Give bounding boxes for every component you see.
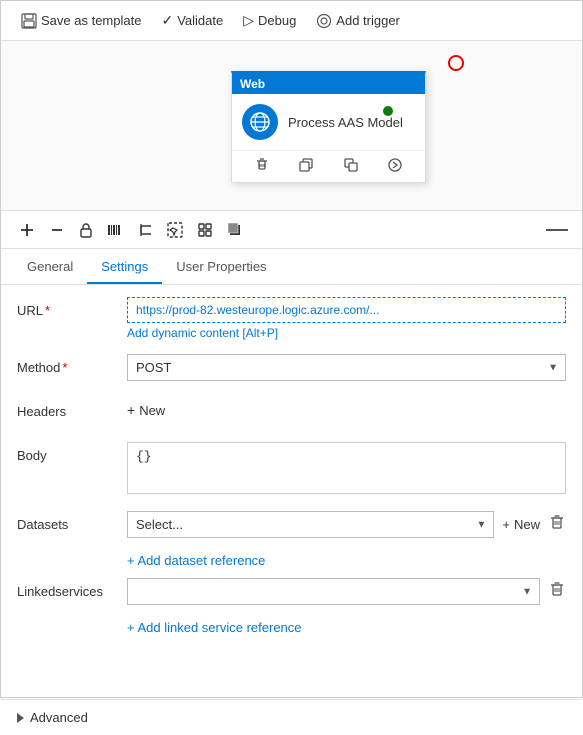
save-template-label: Save as template [41,13,141,28]
method-select[interactable]: POST GET PUT DELETE PATCH [127,354,566,381]
trigger-icon [316,12,332,29]
add-dynamic-content-link[interactable]: Add dynamic content [Alt+P] [127,326,566,340]
add-linked-label: + Add linked service reference [127,620,302,635]
tab-user-properties[interactable]: User Properties [162,251,280,284]
minimize-bar [546,229,568,231]
node-next-button[interactable] [384,156,406,177]
datasets-controls: Select... ▼ + New [127,511,566,538]
debug-label: Debug [258,13,296,28]
add-trigger-button[interactable]: Add trigger [308,8,408,33]
datasets-select-wrap: Select... ▼ [127,511,494,538]
method-content: POST GET PUT DELETE PATCH ▼ [127,354,566,381]
linkedservices-select-wrap: ▼ [127,578,540,605]
top-toolbar: Save as template ✓ Validate ▷ Debug Add … [1,1,582,41]
datasets-content: Select... ▼ + New [127,511,566,538]
method-label: Method* [17,354,127,375]
tab-general[interactable]: General [13,251,87,284]
barcode-tool-button[interactable] [101,219,129,241]
add-tool-button[interactable] [13,219,41,241]
datasets-new-label: New [514,517,540,532]
node-copy-button[interactable] [295,156,317,177]
url-content: https://prod-82.westeurope.logic.azure.c… [127,297,566,340]
tab-settings[interactable]: Settings [87,251,162,284]
url-label: URL* [17,297,127,318]
body-content [127,442,566,497]
add-dataset-reference-button[interactable]: + Add dataset reference [127,549,265,572]
save-icon [21,12,37,29]
datasets-row: Datasets Select... ▼ + New [17,511,566,541]
body-textarea[interactable] [127,442,566,494]
subtract-tool-button[interactable] [43,219,71,241]
linkedservices-select[interactable] [127,578,540,605]
url-row: URL* https://prod-82.westeurope.logic.az… [17,297,566,340]
trigger-indicator [448,55,464,71]
add-dataset-label: + Add dataset reference [127,553,265,568]
linkedservices-content: ▼ [127,578,566,605]
canvas-area: Web Process AAS Model [1,41,582,211]
advanced-label: Advanced [30,710,88,725]
headers-label: Headers [17,398,127,419]
headers-new-button[interactable]: + New [127,398,165,422]
validate-icon: ✓ [161,12,173,29]
node-card[interactable]: Web Process AAS Model [231,71,426,183]
headers-new-label: New [139,403,165,418]
linkedservices-delete-button[interactable] [548,581,566,602]
node-delete-button[interactable] [251,156,273,177]
datasets-plus-icon: + [502,517,510,532]
headers-plus-icon: + [127,402,135,418]
advanced-section[interactable]: Advanced [1,699,582,735]
form-area: URL* https://prod-82.westeurope.logic.az… [1,285,582,699]
url-input[interactable]: https://prod-82.westeurope.logic.azure.c… [127,297,566,323]
save-template-button[interactable]: Save as template [13,8,149,33]
node-icon [242,104,278,140]
method-required: * [62,360,67,375]
advanced-chevron-icon [17,713,24,723]
headers-content: + New [127,398,566,422]
node-actions [232,150,425,182]
validate-label: Validate [177,13,223,28]
add-linked-service-reference-button[interactable]: + Add linked service reference [127,616,302,639]
datasets-select[interactable]: Select... [127,511,494,538]
linked-controls: ▼ [127,578,566,605]
method-row: Method* POST GET PUT DELETE PATCH ▼ [17,354,566,384]
select-tool-button[interactable] [161,219,189,241]
crop-tool-button[interactable] [131,219,159,241]
body-label: Body [17,442,127,463]
node-clone-button[interactable] [340,156,362,177]
datasets-new-button[interactable]: + New [502,517,540,532]
node-status-dot [383,106,393,116]
method-select-wrap: POST GET PUT DELETE PATCH ▼ [127,354,566,381]
debug-icon: ▷ [243,12,254,29]
layers-tool-button[interactable] [221,219,249,241]
canvas-toolbar [1,211,582,249]
node-title: Process AAS Model [288,115,403,130]
url-required: * [45,303,50,318]
linkedservices-row: Linkedservices ▼ [17,578,566,608]
linkedservices-label: Linkedservices [17,578,127,599]
add-trigger-label: Add trigger [336,13,400,28]
node-body: Process AAS Model [232,94,425,150]
body-row: Body [17,442,566,497]
node-header: Web [232,74,425,94]
validate-button[interactable]: ✓ Validate [153,8,231,33]
datasets-delete-button[interactable] [548,514,566,535]
layout-tool-button[interactable] [191,219,219,241]
debug-button[interactable]: ▷ Debug [235,8,304,33]
lock-tool-button[interactable] [73,219,99,241]
datasets-label: Datasets [17,511,127,532]
tabs-row: General Settings User Properties [1,249,582,285]
headers-row: Headers + New [17,398,566,428]
